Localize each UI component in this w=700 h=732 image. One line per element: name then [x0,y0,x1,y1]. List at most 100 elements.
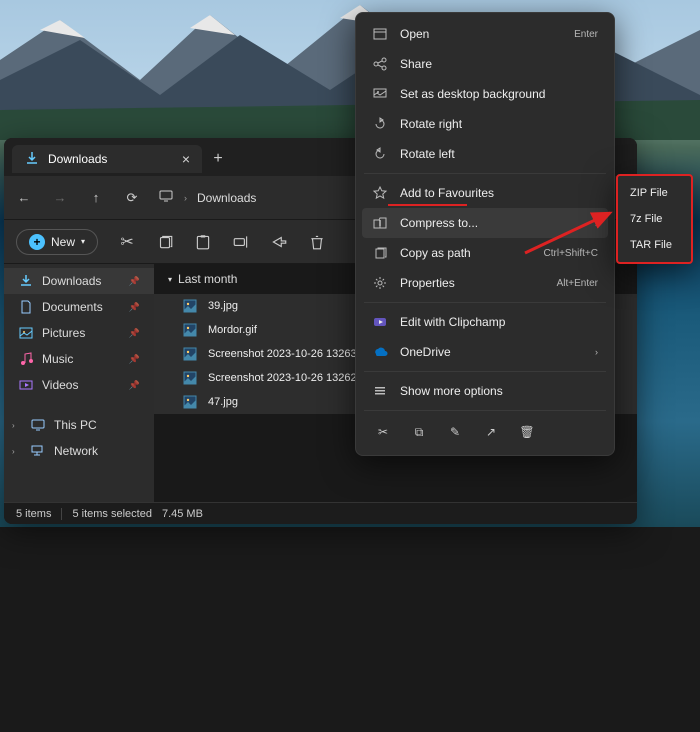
status-size: 7.45 MB [162,508,203,520]
sidebar-item-downloads[interactable]: Downloads📌 [4,268,154,294]
more-icon [372,383,388,399]
music-icon [18,351,34,367]
ctx-item-label: Properties [400,276,455,290]
rename-icon[interactable] [232,233,250,251]
document-icon [18,299,34,315]
ctx-share[interactable]: Share [362,49,608,79]
ctx-item-label: Open [400,27,429,41]
chevron-right-icon: › [12,421,22,430]
chevron-right-icon: › [12,447,22,456]
context-menu-separator [364,410,606,411]
copy-icon[interactable] [156,233,174,251]
ctx-item-label: Rotate left [400,147,455,161]
submenu-zip-file[interactable]: ZIP File [622,180,687,206]
breadcrumb-label: Downloads [197,191,256,205]
cut-icon[interactable]: ✂ [372,421,394,443]
close-icon[interactable]: × [182,151,190,167]
sidebar-item-this-pc[interactable]: ›This PC [4,412,154,438]
pin-icon: 📌 [129,380,140,391]
image-file-icon [182,322,198,338]
ctx-icon-row: ✂ ⧉ ✎ ↗ 🗑 [362,415,608,449]
ctx-edit-with-clipchamp[interactable]: Edit with Clipchamp [362,307,608,337]
onedrive-icon [372,344,388,360]
status-items: 5 items [16,508,51,520]
chevron-down-icon: ▾ [168,275,172,284]
chevron-down-icon: ▾ [81,237,85,246]
image-file-icon [182,394,198,410]
up-button[interactable]: ↑ [86,188,106,208]
sidebar-item-label: Network [54,444,98,458]
sidebar-item-pictures[interactable]: Pictures📌 [4,320,154,346]
path-icon [372,245,388,261]
pc-icon [30,417,46,433]
share-icon[interactable]: ↗ [480,421,502,443]
pin-icon: 📌 [129,276,140,287]
ctx-item-label: Compress to... [400,216,478,230]
cut-icon[interactable]: ✂ [118,233,136,251]
chevron-right-icon: › [184,193,187,203]
ctx-item-label: Rotate right [400,117,462,131]
ctx-open[interactable]: OpenEnter [362,19,608,49]
file-name: 47.jpg [208,396,238,408]
back-button[interactable]: ← [14,188,34,208]
new-button-label: New [51,235,75,249]
highlight-underline [388,204,467,206]
ctx-item-label: Add to Favourites [400,186,494,200]
sidebar-item-music[interactable]: Music 📌 [4,346,154,372]
ctx-compress-to-[interactable]: Compress to... › [362,208,608,238]
status-bar: 5 items 5 items selected 7.45 MB [4,502,637,524]
tab-downloads[interactable]: Downloads × [12,145,202,173]
ctx-rotate-right[interactable]: Rotate right [362,109,608,139]
delete-icon[interactable]: 🗑 [516,421,538,443]
sidebar-item-label: Music [42,352,73,366]
sidebar-item-network[interactable]: › Network [4,438,154,464]
ctx-item-label: Share [400,57,432,71]
sidebar-item-documents[interactable]: Documents📌 [4,294,154,320]
group-header-label: Last month [178,272,237,286]
context-menu-separator [364,173,606,174]
delete-icon[interactable] [308,233,326,251]
paste-icon[interactable] [194,233,212,251]
sidebar-item-label: Pictures [42,326,85,340]
image-file-icon [182,346,198,362]
rotate-left-icon [372,146,388,162]
sidebar-item-videos[interactable]: Videos📌 [4,372,154,398]
download-icon [24,151,40,167]
status-selected: 5 items selected [72,508,151,520]
chevron-right-icon: › [595,347,598,357]
share-icon[interactable] [270,233,288,251]
compress-icon [372,215,388,231]
refresh-button[interactable]: ⟳ [122,188,142,208]
chevron-right-icon: › [595,218,598,228]
copy-icon[interactable]: ⧉ [408,421,430,443]
ctx-show-more-options[interactable]: Show more options [362,376,608,406]
ctx-item-label: OneDrive [400,345,451,359]
sidebar: Downloads📌Documents📌Pictures📌Music📌Video… [4,264,154,502]
pin-icon: 📌 [129,354,140,365]
ctx-copy-as-path[interactable]: Copy as pathCtrl+Shift+C [362,238,608,268]
download-icon [18,273,34,289]
ctx-properties[interactable]: PropertiesAlt+Enter [362,268,608,298]
ctx-item-label: Show more options [400,384,503,398]
ctx-set-as-desktop-background[interactable]: Set as desktop background [362,79,608,109]
image-file-icon [182,370,198,386]
ctx-item-label: Edit with Clipchamp [400,315,505,329]
open-icon [372,26,388,42]
rotate-right-icon [372,116,388,132]
file-name: 39.jpg [208,300,238,312]
rename-icon[interactable]: ✎ [444,421,466,443]
context-menu-separator [364,371,606,372]
ctx-item-label: Set as desktop background [400,87,545,101]
breadcrumb[interactable]: › Downloads [158,188,256,207]
forward-button[interactable]: → [50,188,70,208]
new-button[interactable]: + New ▾ [16,229,98,255]
submenu-tar-file[interactable]: TAR File [622,232,687,258]
video-icon [18,377,34,393]
share-icon [372,56,388,72]
shortcut-label: Ctrl+Shift+C [544,248,598,259]
ctx-onedrive[interactable]: OneDrive › [362,337,608,367]
ctx-rotate-left[interactable]: Rotate left [362,139,608,169]
new-tab-button[interactable]: + [204,145,232,173]
submenu-7z-file[interactable]: 7z File [622,206,687,232]
pin-icon: 📌 [129,302,140,313]
